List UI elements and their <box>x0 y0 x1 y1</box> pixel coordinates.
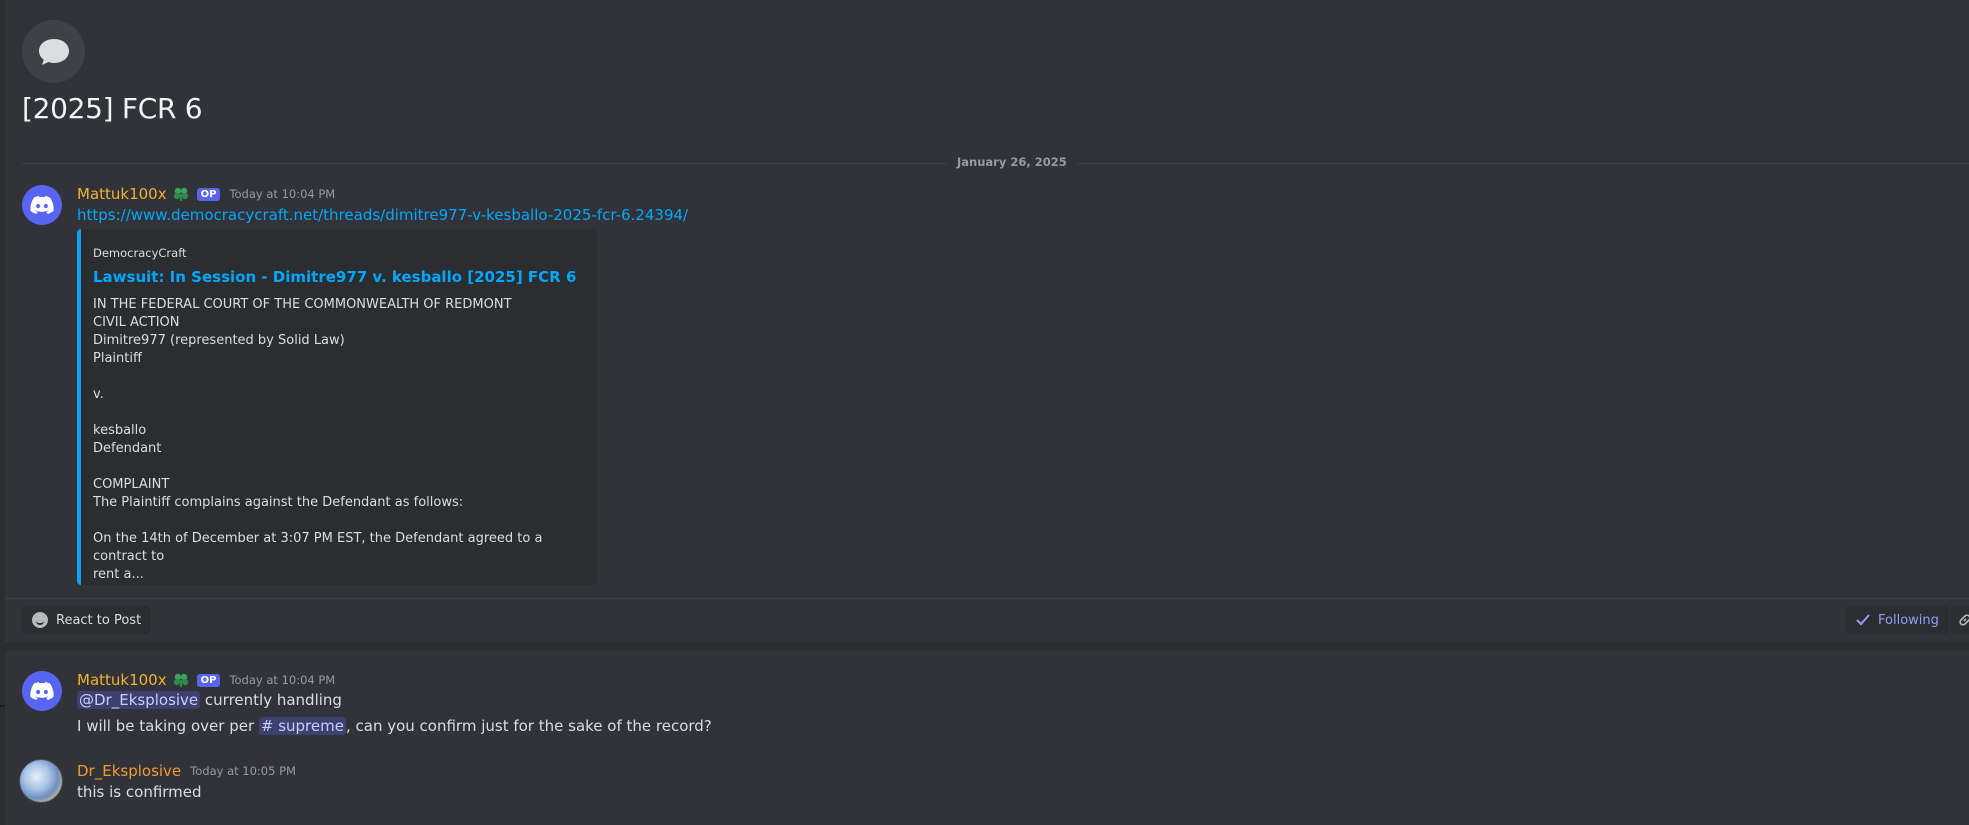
message-text: I will be taking over per <box>77 717 259 735</box>
embed-line <box>93 404 585 422</box>
embed-line <box>93 512 585 530</box>
channel-mention[interactable]: # supreme <box>258 717 346 735</box>
left-edge-mark <box>0 705 5 707</box>
embed-provider[interactable]: DemocracyCraft <box>93 246 585 260</box>
leaf-role-icon <box>173 673 188 687</box>
message-content: @Dr_Eksplosive currently handling <box>77 691 342 709</box>
message-header: Dr_Eksplosive Today at 10:05 PM <box>77 762 296 780</box>
copy-link-button[interactable] <box>1950 606 1969 634</box>
embed-line: v. <box>93 387 104 402</box>
discord-logo-icon <box>30 196 54 214</box>
smile-icon <box>32 612 48 628</box>
react-label: React to Post <box>56 612 142 628</box>
following-button[interactable]: Following <box>1846 606 1949 634</box>
thread-link[interactable]: https://www.democracycraft.net/threads/d… <box>77 206 688 224</box>
embed-line: COMPLAINT <box>93 477 170 492</box>
message-header: Mattuk100x OP Today at 10:04 PM <box>77 671 335 689</box>
embed-line: IN THE FEDERAL COURT OF THE COMMONWEALTH… <box>93 297 512 312</box>
avatar[interactable] <box>22 185 62 225</box>
link-embed: DemocracyCraft Lawsuit: In Session - Dim… <box>77 229 597 585</box>
thread-view: [2025] FCR 6 January 26, 2025 Mattuk100x… <box>0 0 1969 825</box>
embed-description: IN THE FEDERAL COURT OF THE COMMONWEALTH… <box>93 296 585 584</box>
leaf-role-icon <box>173 187 188 201</box>
op-badge: OP <box>196 187 221 201</box>
post-separator <box>5 598 1969 599</box>
message-text: this is confirmed <box>77 783 202 801</box>
timestamp[interactable]: Today at 10:05 PM <box>190 764 296 778</box>
timestamp[interactable]: Today at 10:04 PM <box>229 187 335 201</box>
thread-separator <box>5 642 1969 651</box>
embed-line: Plaintiff <box>93 351 142 366</box>
message-header: Mattuk100x OP Today at 10:04 PM <box>77 185 335 203</box>
username[interactable]: Mattuk100x <box>77 185 167 203</box>
embed-line: Defendant <box>93 441 162 456</box>
embed-line: rent a... <box>93 567 144 582</box>
avatar[interactable] <box>19 759 63 803</box>
left-edge-divider <box>0 0 5 825</box>
embed-line <box>93 368 585 386</box>
op-badge: OP <box>196 673 221 687</box>
embed-line: The Plaintiff complains against the Defe… <box>93 495 464 510</box>
username[interactable]: Mattuk100x <box>77 671 167 689</box>
chat-bubble-icon <box>22 20 85 83</box>
embed-line: On the 14th of December at 3:07 PM EST, … <box>93 531 543 564</box>
discord-logo-icon <box>30 682 54 700</box>
embed-line: Dimitre977 (represented by Solid Law) <box>93 333 345 348</box>
message-text: currently handling <box>200 691 342 709</box>
embed-line: CIVIL ACTION <box>93 315 180 330</box>
user-mention[interactable]: @Dr_Eksplosive <box>77 691 201 709</box>
message-content: I will be taking over per # supreme, can… <box>77 717 712 735</box>
date-divider-label: January 26, 2025 <box>947 155 1077 169</box>
checkmark-icon <box>1856 614 1870 626</box>
embed-line: kesballo <box>93 423 147 438</box>
avatar[interactable] <box>22 671 62 711</box>
message-text: , can you confirm just for the sake of t… <box>345 717 712 735</box>
timestamp[interactable]: Today at 10:04 PM <box>229 673 335 687</box>
react-to-post-button[interactable]: React to Post <box>22 606 152 634</box>
thread-title: [2025] FCR 6 <box>22 92 203 125</box>
username[interactable]: Dr_Eksplosive <box>77 762 181 780</box>
embed-line <box>93 458 585 476</box>
embed-title[interactable]: Lawsuit: In Session - Dimitre977 v. kesb… <box>93 268 585 286</box>
following-label: Following <box>1878 612 1939 628</box>
link-icon <box>1959 614 1969 626</box>
